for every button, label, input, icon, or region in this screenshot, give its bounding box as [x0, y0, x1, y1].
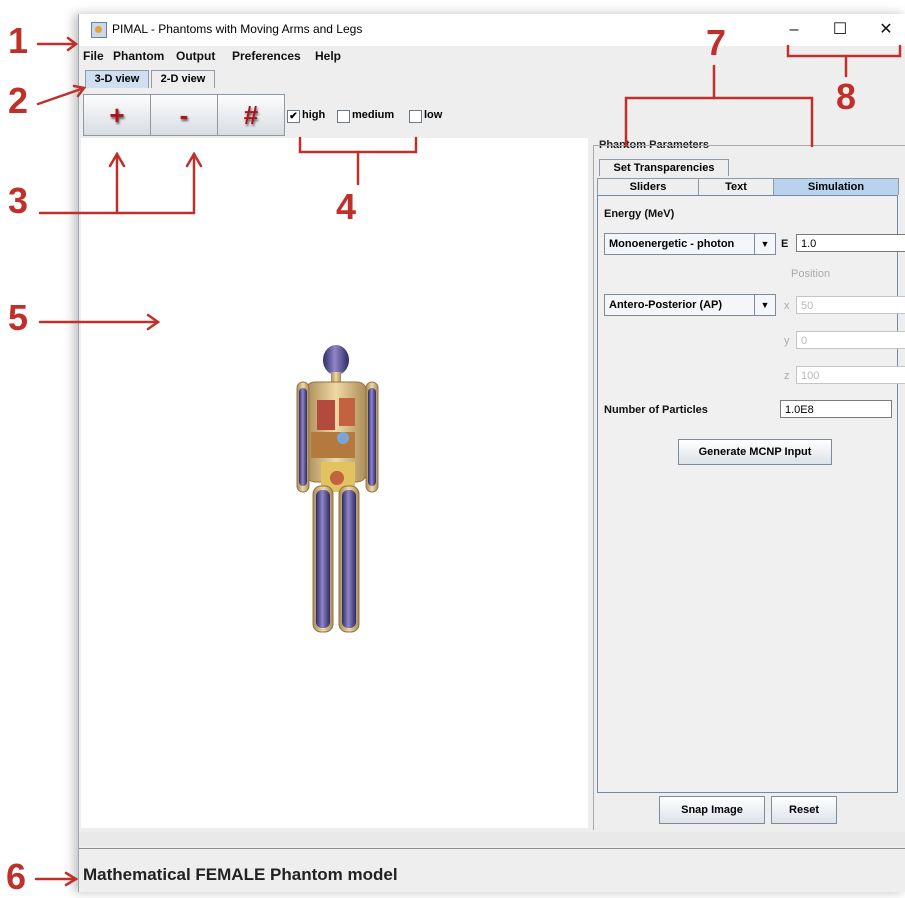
annotation-arrows [34, 36, 902, 887]
